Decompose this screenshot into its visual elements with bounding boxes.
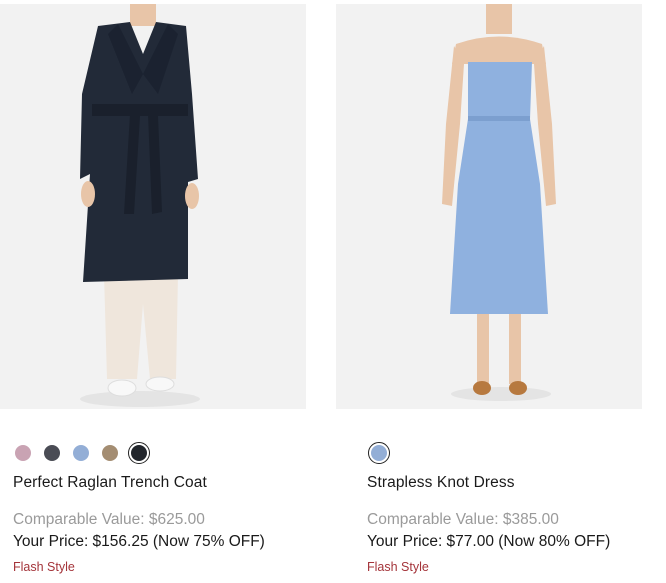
color-swatch-brown[interactable]: [102, 445, 118, 461]
your-price: Your Price: $156.25 (Now 75% OFF): [13, 533, 265, 550]
product-image[interactable]: [336, 4, 642, 409]
color-swatch-navy-selected[interactable]: [128, 442, 150, 464]
flash-style-badge: Flash Style: [13, 560, 75, 574]
your-price: Your Price: $77.00 (Now 80% OFF): [367, 533, 611, 550]
dress-model-image: [336, 4, 642, 409]
color-swatch-blue[interactable]: [73, 445, 89, 461]
color-swatches: [10, 442, 158, 464]
trench-coat-model-image: [0, 4, 306, 409]
comparable-value: Comparable Value: $625.00: [13, 511, 205, 528]
comparable-value: Comparable Value: $385.00: [367, 511, 559, 528]
color-swatch-blue-selected[interactable]: [368, 442, 390, 464]
flash-style-badge: Flash Style: [367, 560, 429, 574]
product-image[interactable]: [0, 4, 306, 409]
product-name[interactable]: Strapless Knot Dress: [367, 474, 515, 492]
product-name[interactable]: Perfect Raglan Trench Coat: [13, 474, 207, 492]
color-swatches: [366, 442, 398, 464]
color-swatch-charcoal[interactable]: [44, 445, 60, 461]
color-swatch-mauve[interactable]: [15, 445, 31, 461]
